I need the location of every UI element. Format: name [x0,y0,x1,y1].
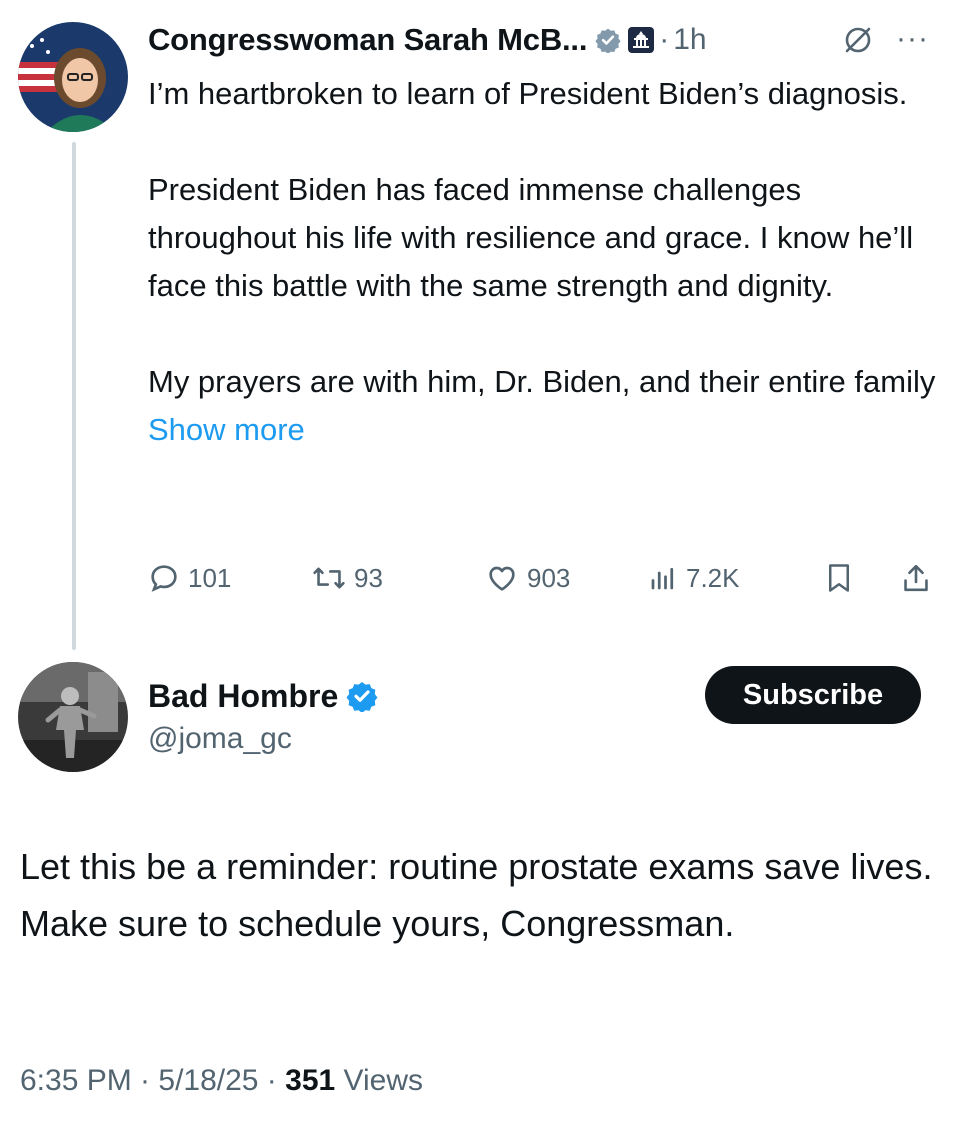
views-chart-icon [651,567,674,590]
repost-icon [313,567,345,589]
quoted-tweet-paragraph-2: President Biden has faced immense challe… [148,172,914,303]
quoted-author-name[interactable]: Congresswoman Sarah McB... [148,22,587,58]
quoted-tweet-paragraph-1: I’m heartbroken to learn of President Bi… [148,76,908,111]
reply-author-name[interactable]: Bad Hombre [148,678,338,715]
capitol-building-icon [627,26,655,54]
show-more-link[interactable]: Show more [148,412,305,447]
reply-button[interactable]: 101 [148,552,231,604]
repost-button[interactable]: 93 [312,552,383,604]
tweet-timestamp[interactable]: 6:35 PM · 5/18/25 · [20,1064,285,1097]
header-separator: · [659,23,670,56]
tweet-metadata: 6:35 PM · 5/18/25 · 351 Views [20,1064,423,1098]
quoted-tweet-header: Congresswoman Sarah McB... · 1h [148,18,707,62]
quoted-tweet-last-paragraph: My prayers are with him, Dr. Biden, and … [148,364,936,399]
share-icon [904,564,928,592]
reply-tweet-body: Let this be a reminder: routine prostate… [20,846,933,944]
views-button[interactable]: 7.2K [648,552,740,604]
quoted-tweet-actions: 101 93 903 7.2K [148,552,938,604]
bookmark-icon [829,564,849,592]
quoted-tweet-paragraph-3: My prayers are with him, Dr. Biden, and … [148,358,938,454]
like-count: 903 [527,562,571,593]
reply-author-row: Bad Hombre [148,672,378,720]
reply-tweet-text: Let this be a reminder: routine prostate… [20,838,940,952]
quoted-author-avatar[interactable] [18,22,128,132]
like-button[interactable]: 903 [485,552,570,604]
quoted-tweet-text: I’m heartbroken to learn of President Bi… [148,70,938,454]
reply-icon [151,565,177,592]
heart-icon [489,566,515,591]
views-total: 351 [285,1064,336,1097]
thread-line [72,142,76,650]
subscribe-button[interactable]: Subscribe [705,666,921,724]
reply-author-avatar[interactable] [18,662,128,772]
more-options-icon[interactable]: ··· [896,22,929,56]
views-label: Views [335,1064,424,1097]
repost-count: 93 [354,562,383,593]
bookmark-button[interactable] [824,552,854,604]
reply-count: 101 [188,562,232,593]
grok-icon[interactable] [842,24,874,61]
views-count: 7.2K [686,562,740,593]
blue-verified-badge-icon [346,680,378,712]
gray-verified-badge-icon [595,27,621,53]
share-button[interactable] [900,552,932,604]
reply-author-handle[interactable]: @joma_gc [148,722,292,756]
quoted-tweet-time[interactable]: 1h [673,23,706,57]
